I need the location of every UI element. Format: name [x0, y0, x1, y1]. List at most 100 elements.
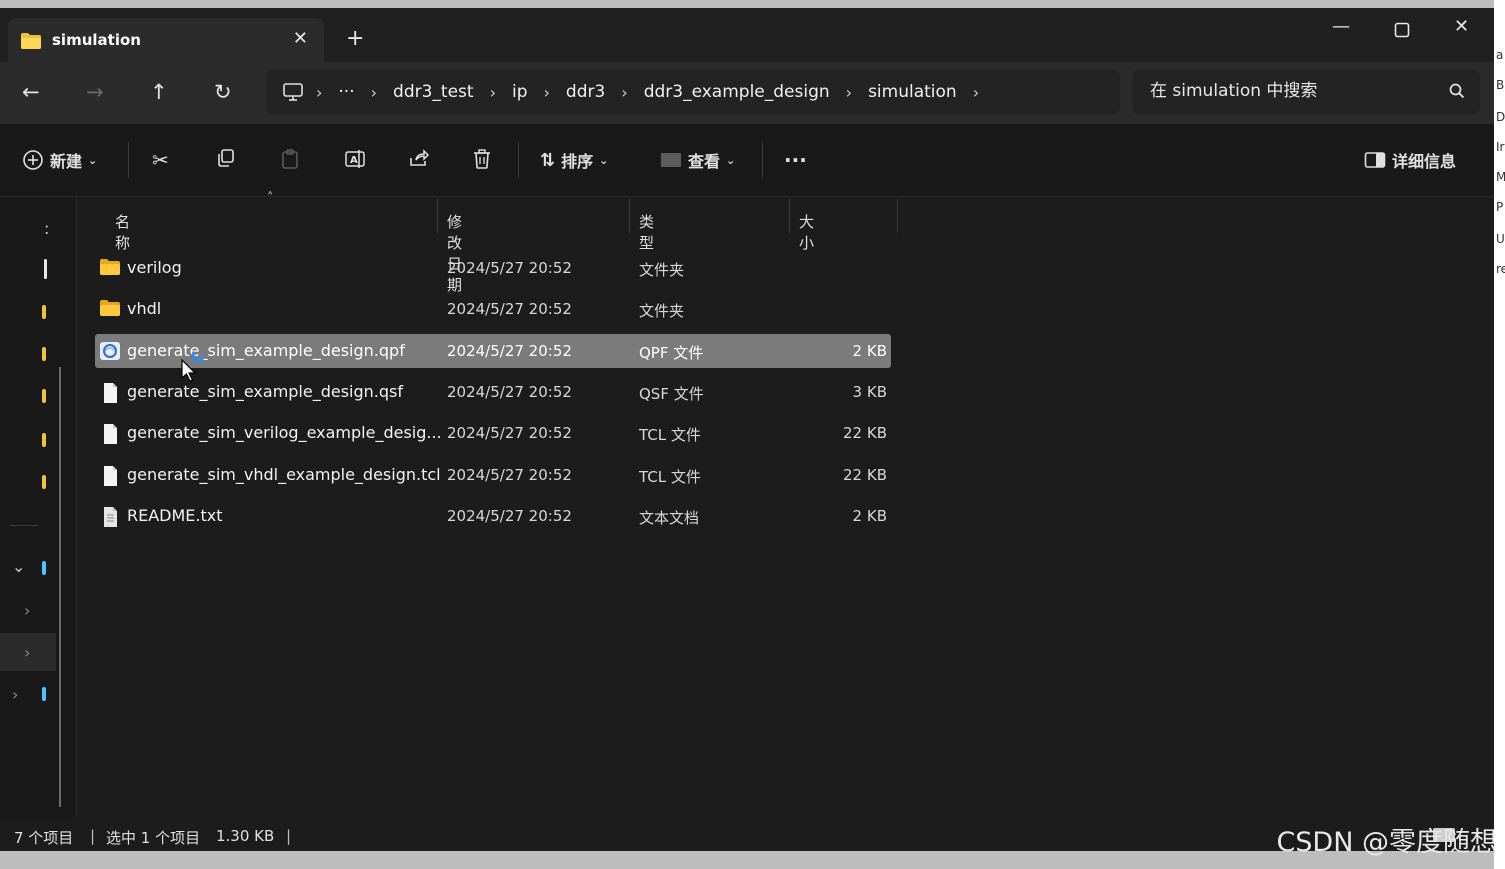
chevron-right-icon[interactable]: ›: [24, 601, 30, 620]
computer-icon[interactable]: [282, 82, 304, 102]
file-size: 3 KB: [852, 383, 887, 401]
clipboard-icon: [282, 149, 298, 169]
trash-icon: [474, 149, 490, 169]
new-tab-icon[interactable]: +: [346, 26, 364, 51]
more-dots-icon: ···: [784, 148, 807, 172]
background-text: U: [1496, 232, 1505, 246]
breadcrumb-item-ddr3-example-design[interactable]: ddr3_example_design: [644, 82, 830, 102]
minimize-icon[interactable]: —: [1332, 16, 1350, 37]
file-row-qpf[interactable]: generate_sim_example_design.qpf 2024/5/2…: [95, 334, 891, 368]
file-row-vhdl[interactable]: vhdl 2024/5/27 20:52 文件夹: [95, 292, 891, 326]
forward-arrow-icon[interactable]: →: [86, 80, 104, 104]
maximize-icon[interactable]: [1394, 22, 1410, 38]
sort-button[interactable]: ⇅ 排序 ⌄: [540, 148, 608, 172]
file-modified: 2024/5/27 20:52: [447, 300, 572, 318]
details-pane-button[interactable]: 详细信息: [1364, 148, 1456, 172]
folder-icon: [21, 33, 41, 49]
breadcrumb-item-ddr3[interactable]: ddr3: [566, 82, 605, 102]
file-type: 文件夹: [639, 302, 685, 320]
new-button-label: 新建: [50, 152, 83, 171]
column-header-size[interactable]: 大小: [799, 211, 814, 253]
background-text: Ir: [1496, 140, 1505, 154]
text-file-icon: [104, 507, 117, 527]
file-row-verilog-tcl[interactable]: generate_sim_verilog_example_desig... 20…: [95, 416, 891, 450]
column-divider[interactable]: [437, 199, 438, 233]
file-row-qsf[interactable]: generate_sim_example_design.qsf 2024/5/2…: [95, 375, 891, 409]
file-row-readme[interactable]: README.txt 2024/5/27 20:52 文本文档 2 KB: [95, 499, 891, 533]
file-icon: [104, 383, 117, 403]
copy-icon: [218, 149, 234, 167]
chevron-down-icon[interactable]: ⌄: [12, 557, 25, 576]
nav-folder-icon[interactable]: [42, 433, 46, 447]
column-divider[interactable]: [897, 199, 898, 233]
command-bar: 新建 ⌄ ✂ A ⇅ 排序 ⌄ 查看 ⌄ ··· 详细信息: [0, 124, 1494, 197]
column-header-name[interactable]: 名称: [115, 211, 130, 253]
file-modified: 2024/5/27 20:52: [447, 342, 572, 360]
file-name: generate_sim_example_design.qpf: [127, 341, 405, 360]
nav-folder-icon[interactable]: [42, 305, 46, 319]
folder-icon: [100, 300, 120, 316]
breadcrumb[interactable]: › ··· › ddr3_test › ip › ddr3 › ddr3_exa…: [266, 70, 1120, 114]
nav-folder-icon[interactable]: [42, 389, 46, 403]
file-row-verilog[interactable]: verilog 2024/5/27 20:52 文件夹: [95, 251, 891, 285]
share-button[interactable]: [408, 148, 430, 168]
chevron-right-icon[interactable]: ›: [12, 685, 18, 704]
chevron-right-icon[interactable]: ›: [544, 83, 550, 102]
details-pane-icon: [1364, 152, 1386, 168]
breadcrumb-more-icon[interactable]: ···: [338, 82, 354, 102]
new-button[interactable]: 新建 ⌄: [22, 148, 97, 172]
column-divider[interactable]: [789, 199, 790, 233]
file-size: 22 KB: [843, 466, 887, 484]
nav-item-marker[interactable]: [44, 259, 47, 279]
rename-button[interactable]: A: [344, 148, 366, 170]
file-modified: 2024/5/27 20:52: [447, 507, 572, 525]
chevron-right-icon[interactable]: ›: [621, 83, 627, 102]
file-type: TCL 文件: [639, 468, 701, 486]
nav-more-icon[interactable]: :: [44, 219, 49, 238]
navigation-pane: : ⌄ › › ›: [0, 197, 77, 817]
breadcrumb-item-ddr3-test[interactable]: ddr3_test: [393, 82, 474, 102]
chevron-right-icon[interactable]: ›: [316, 83, 322, 102]
up-arrow-icon[interactable]: ↑: [150, 80, 168, 104]
nav-scrollbar[interactable]: [59, 367, 61, 807]
view-button-label: 查看: [688, 152, 721, 171]
status-selected-size: 1.30 KB: [216, 827, 275, 845]
file-icon: [104, 424, 117, 444]
chevron-right-icon[interactable]: ›: [371, 83, 377, 102]
back-arrow-icon[interactable]: ←: [22, 80, 40, 104]
close-window-icon[interactable]: ✕: [1454, 16, 1469, 37]
file-name: generate_sim_example_design.qsf: [127, 382, 404, 401]
refresh-icon[interactable]: ↻: [214, 80, 232, 104]
delete-button[interactable]: [472, 148, 492, 170]
chevron-right-icon[interactable]: ›: [490, 83, 496, 102]
nav-folder-icon[interactable]: [42, 347, 46, 361]
chevron-right-icon[interactable]: ›: [973, 83, 979, 102]
file-type: 文件夹: [639, 261, 685, 279]
chevron-right-icon[interactable]: ›: [846, 83, 852, 102]
nav-drive-icon[interactable]: [42, 561, 46, 575]
column-header-type[interactable]: 类型: [639, 211, 654, 253]
view-button[interactable]: 查看 ⌄: [660, 148, 735, 172]
cut-button[interactable]: ✂: [152, 148, 169, 172]
file-name: generate_sim_vhdl_example_design.tcl: [127, 465, 441, 484]
file-size: 2 KB: [852, 342, 887, 360]
close-tab-icon[interactable]: ✕: [293, 28, 308, 49]
more-options-button[interactable]: ···: [784, 148, 807, 172]
chevron-right-icon[interactable]: ›: [24, 643, 30, 662]
paste-button[interactable]: [280, 148, 300, 170]
file-size: 2 KB: [852, 507, 887, 525]
search-input[interactable]: [1150, 81, 1440, 101]
copy-button[interactable]: [216, 148, 236, 168]
sort-ascending-icon: ˄: [267, 191, 274, 206]
status-selected: 选中 1 个项目: [106, 829, 201, 847]
search-icon[interactable]: [1448, 82, 1466, 100]
details-pane-label: 详细信息: [1392, 152, 1457, 171]
search-box[interactable]: [1132, 70, 1480, 114]
nav-folder-icon[interactable]: [42, 475, 46, 489]
column-divider[interactable]: [629, 199, 630, 233]
tab-simulation[interactable]: simulation ✕: [8, 18, 324, 64]
breadcrumb-item-simulation[interactable]: simulation: [868, 82, 957, 102]
nav-network-icon[interactable]: [42, 687, 46, 701]
file-row-vhdl-tcl[interactable]: generate_sim_vhdl_example_design.tcl 202…: [95, 458, 891, 492]
breadcrumb-item-ip[interactable]: ip: [512, 82, 528, 102]
